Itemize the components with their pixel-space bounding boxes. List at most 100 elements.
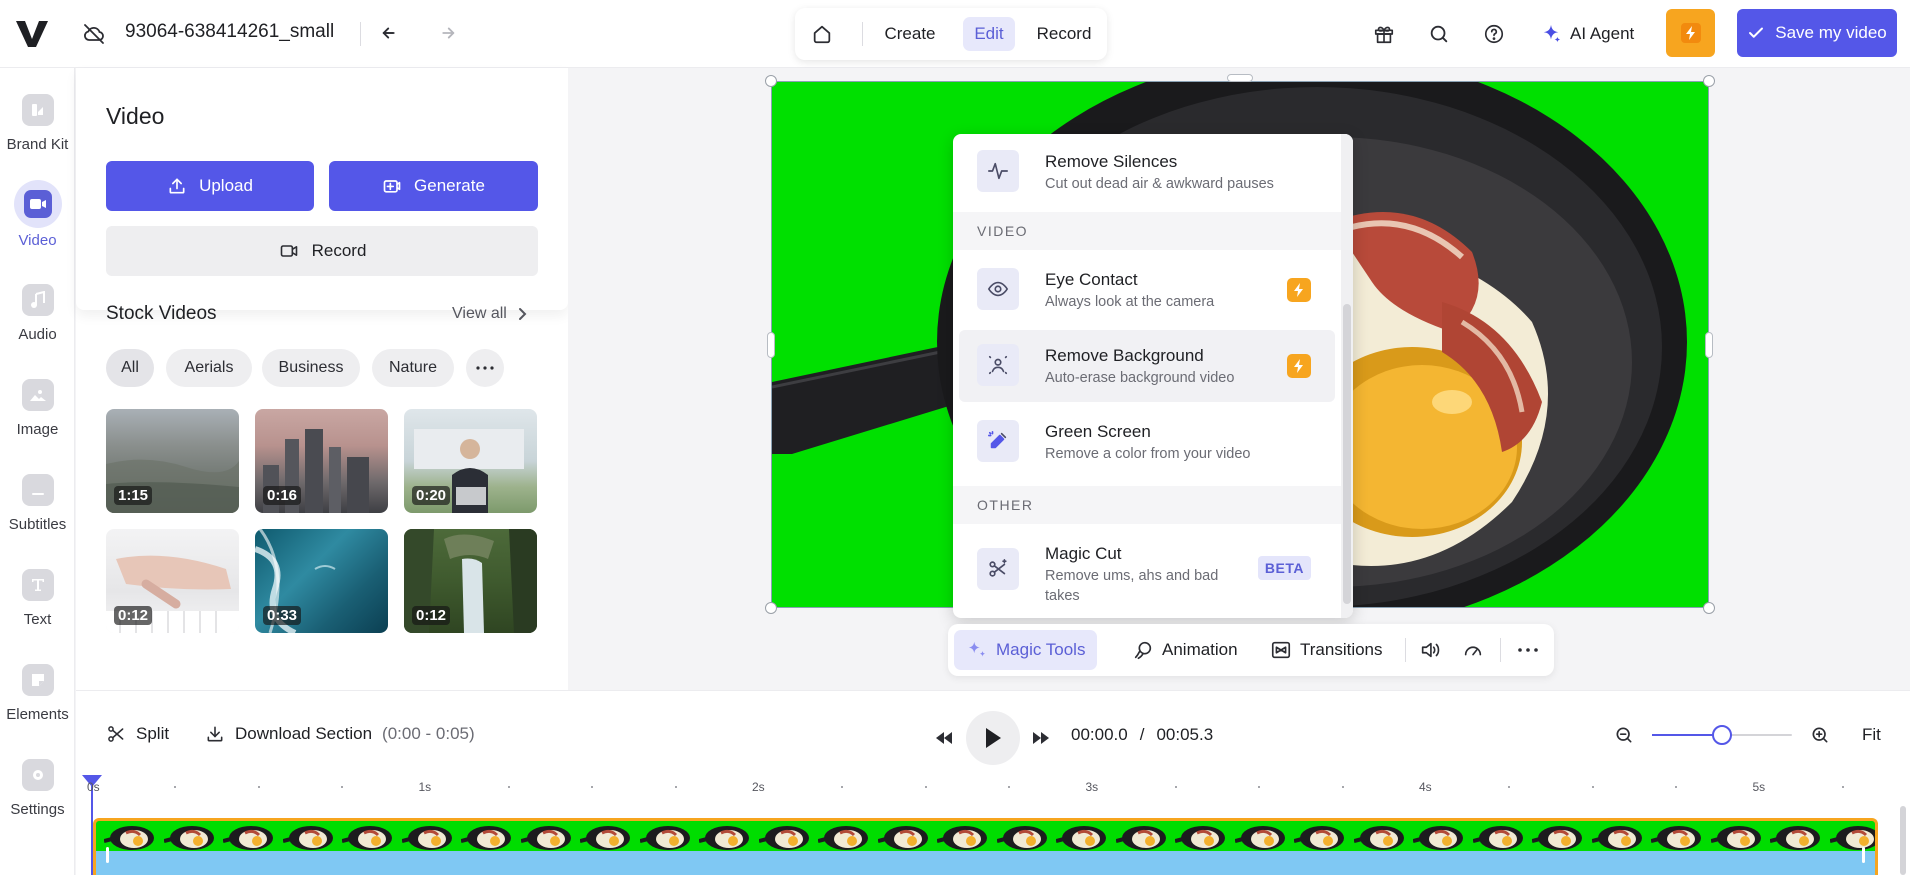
upload-button[interactable]: Upload xyxy=(106,161,314,211)
rail-item-subtitles[interactable]: Subtitles xyxy=(0,474,75,533)
tab-create[interactable]: Create xyxy=(879,17,941,51)
divider xyxy=(360,22,361,46)
resize-handle[interactable] xyxy=(765,602,777,614)
camera-icon xyxy=(278,241,300,261)
resize-handle[interactable] xyxy=(1703,75,1715,87)
split-button[interactable]: Split xyxy=(106,724,169,744)
ruler-tick xyxy=(257,786,260,788)
record-button[interactable]: Record xyxy=(106,226,538,276)
menu-item-magic-cut[interactable]: Magic Cut Remove ums, ahs and bad takes … xyxy=(959,528,1335,612)
download-section-button[interactable]: Download Section (0:00 - 0:05) xyxy=(205,724,475,744)
current-time: 00:00.0 xyxy=(1071,725,1128,744)
fit-button[interactable]: Fit xyxy=(1862,725,1881,745)
clip-frame-thumbnail xyxy=(104,826,154,850)
rail-label: Text xyxy=(23,611,52,628)
stock-video-thumbnail[interactable]: 1:15 xyxy=(106,409,239,513)
ai-agent-button[interactable]: AI Agent xyxy=(1540,19,1634,49)
gift-icon[interactable] xyxy=(1372,22,1396,46)
clip-frame-thumbnail xyxy=(699,826,749,850)
clip-trim-handle-left[interactable] xyxy=(106,847,109,863)
rail-item-image[interactable]: Image xyxy=(0,379,75,438)
video-track-clip[interactable] xyxy=(93,818,1878,875)
undo-icon[interactable] xyxy=(378,20,404,46)
rail-item-settings[interactable]: Settings xyxy=(0,759,75,818)
menu-item-title: Green Screen xyxy=(1045,422,1151,441)
more-horizontal-icon[interactable] xyxy=(1516,638,1540,662)
ruler-tick xyxy=(674,786,677,788)
clip-trim-handle-right[interactable] xyxy=(1862,847,1865,863)
volume-icon[interactable] xyxy=(1418,638,1442,662)
fast-forward-icon[interactable] xyxy=(1029,726,1053,750)
divider xyxy=(1405,638,1406,662)
stock-video-thumbnail[interactable]: 0:33 xyxy=(255,529,388,633)
play-button[interactable] xyxy=(966,711,1020,765)
clip-frame-thumbnail xyxy=(1829,826,1875,850)
home-icon[interactable] xyxy=(809,21,835,47)
tab-record[interactable]: Record xyxy=(1030,17,1098,51)
resize-handle[interactable] xyxy=(1703,602,1715,614)
rail-item-brand-kit[interactable]: Brand Kit xyxy=(0,94,75,153)
download-section-label: Download Section xyxy=(235,724,373,743)
stock-video-thumbnail[interactable]: 0:12 xyxy=(404,529,537,633)
app-logo[interactable] xyxy=(14,15,50,51)
zoom-slider[interactable] xyxy=(1652,725,1792,745)
speed-gauge-icon[interactable] xyxy=(1461,638,1485,662)
ruler-label: 4s xyxy=(1419,780,1432,794)
menu-item-remove-silences[interactable]: Remove Silences Cut out dead air & awkwa… xyxy=(959,136,1335,208)
redo-icon[interactable] xyxy=(433,20,459,46)
chip-business[interactable]: Business xyxy=(262,349,360,387)
timeline-scrollbar[interactable] xyxy=(1900,806,1906,875)
transitions-button[interactable]: Transitions xyxy=(1258,630,1395,670)
upgrade-button[interactable] xyxy=(1666,9,1715,57)
more-categories-button[interactable] xyxy=(466,349,504,387)
menu-item-subtitle: Auto-erase background video xyxy=(1045,370,1235,386)
cloud-sync-off-icon[interactable] xyxy=(82,22,106,46)
help-icon[interactable] xyxy=(1482,22,1506,46)
magic-tools-button[interactable]: Magic Tools xyxy=(954,630,1098,670)
ruler-label: 2s xyxy=(752,780,765,794)
menu-item-eye-contact[interactable]: Eye Contact Always look at the camera xyxy=(959,254,1335,326)
clip-frame-thumbnail xyxy=(223,826,273,850)
rail-item-elements[interactable]: Elements xyxy=(0,664,75,723)
tab-edit[interactable]: Edit xyxy=(963,17,1015,51)
menu-item-title: Remove Background xyxy=(1045,346,1204,365)
menu-item-title: Eye Contact xyxy=(1045,270,1138,289)
project-title[interactable]: 93064-638414261_small xyxy=(125,21,334,43)
view-all-link[interactable]: View all xyxy=(452,305,527,323)
animation-button[interactable]: Animation xyxy=(1120,630,1250,670)
generate-button[interactable]: Generate xyxy=(329,161,538,211)
menu-item-remove-background[interactable]: Remove Background Auto-erase background … xyxy=(959,330,1335,402)
resize-handle[interactable] xyxy=(765,75,777,87)
ruler-tick xyxy=(1174,786,1177,788)
resize-handle[interactable] xyxy=(1705,332,1713,358)
menu-scrollbar[interactable] xyxy=(1341,134,1353,618)
rail-item-text[interactable]: Text xyxy=(0,569,75,628)
waveform-icon xyxy=(977,150,1019,192)
resize-handle[interactable] xyxy=(1227,74,1253,82)
zoom-in-icon[interactable] xyxy=(1808,723,1832,747)
rewind-icon[interactable] xyxy=(932,726,956,750)
generate-label: Generate xyxy=(414,176,485,195)
stock-video-thumbnail[interactable]: 0:12 xyxy=(106,529,239,633)
beta-badge: BETA xyxy=(1257,556,1311,580)
chip-aerials[interactable]: Aerials xyxy=(166,349,252,387)
menu-item-green-screen[interactable]: Green Screen Remove a color from your vi… xyxy=(959,406,1335,478)
zoom-slider-thumb[interactable] xyxy=(1712,725,1732,745)
chip-nature[interactable]: Nature xyxy=(372,349,454,387)
stock-video-thumbnail[interactable]: 0:20 xyxy=(404,409,537,513)
zoom-out-icon[interactable] xyxy=(1612,723,1636,747)
stock-video-thumbnail[interactable]: 0:16 xyxy=(255,409,388,513)
subtitles-icon xyxy=(21,474,54,506)
resize-handle[interactable] xyxy=(767,332,775,358)
rail-item-audio[interactable]: Audio xyxy=(0,284,75,343)
rail-item-video[interactable]: Video xyxy=(0,180,75,249)
clip-frame-thumbnail xyxy=(461,826,511,850)
search-icon[interactable] xyxy=(1427,22,1451,46)
ruler-label: 3s xyxy=(1085,780,1099,794)
clip-frame-thumbnail xyxy=(758,826,809,850)
lightning-icon xyxy=(1287,278,1311,302)
save-button[interactable]: Save my video xyxy=(1737,9,1897,57)
chip-all[interactable]: All xyxy=(106,349,154,387)
clip-frame-thumbnail xyxy=(163,826,214,850)
magic-tools-menu: Remove Silences Cut out dead air & awkwa… xyxy=(953,134,1353,618)
